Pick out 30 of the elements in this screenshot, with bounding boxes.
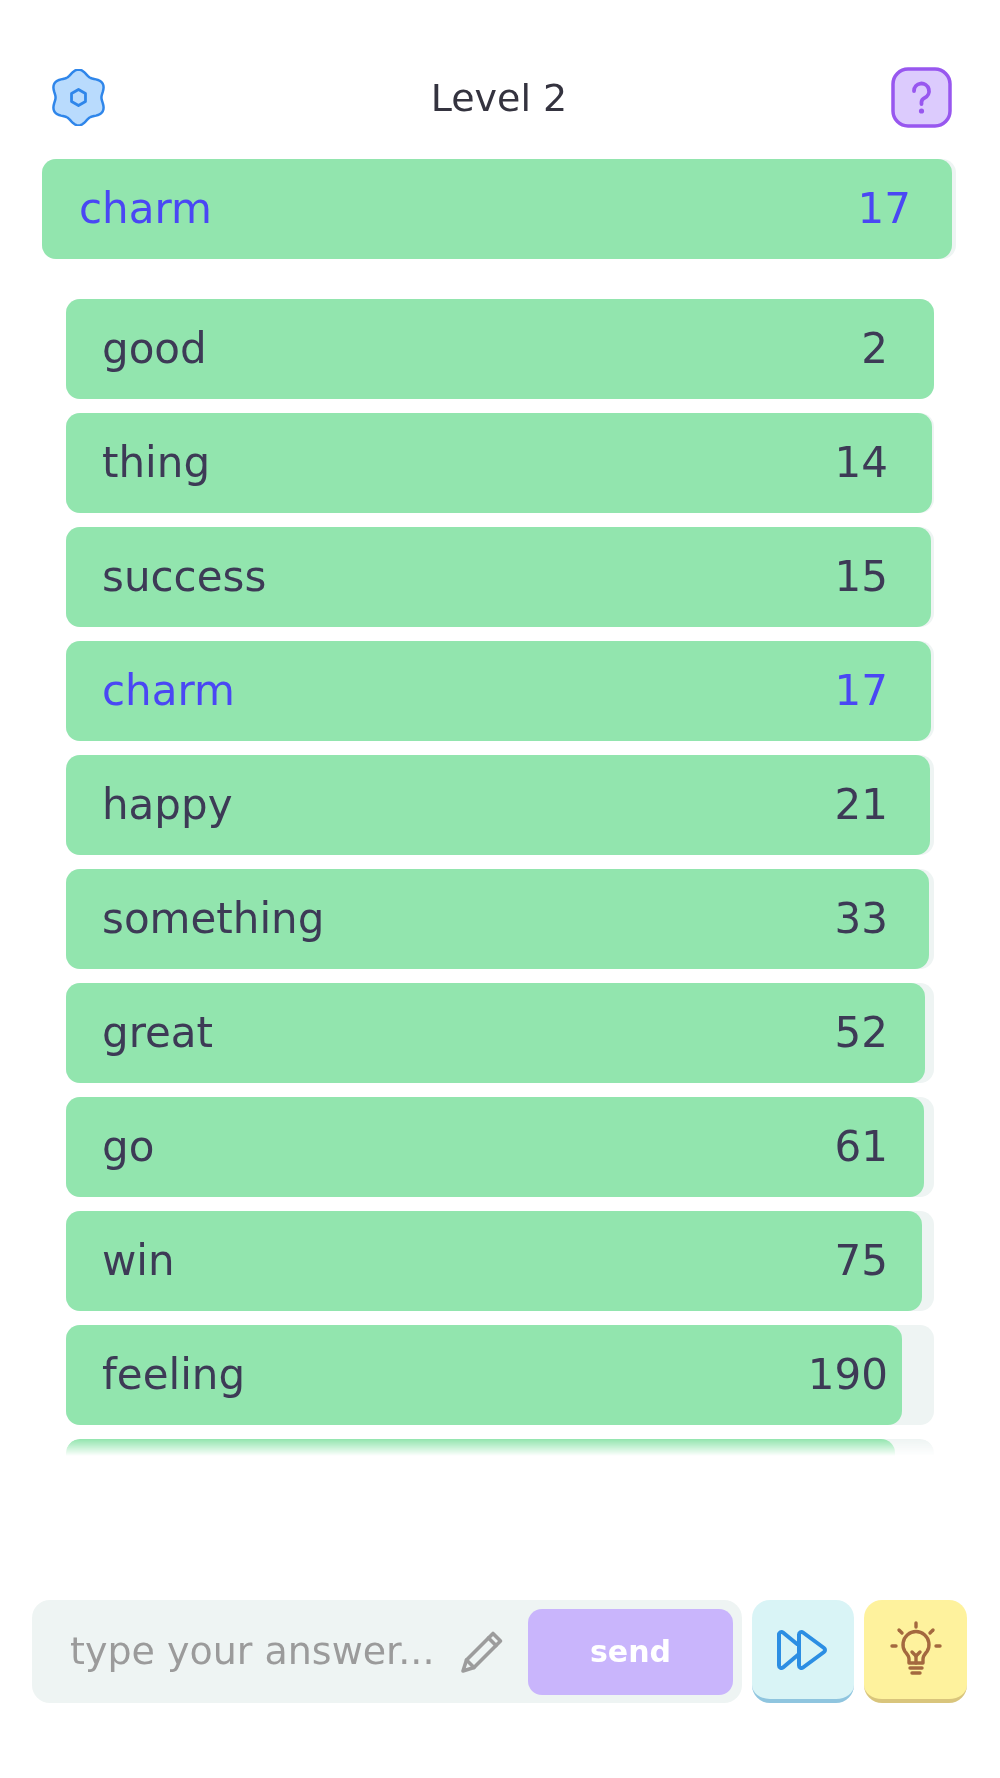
- rank-number: 21: [834, 784, 888, 826]
- guess-word: charm: [79, 188, 212, 230]
- guess-word: go: [102, 1126, 155, 1168]
- rank-number: 75: [834, 1240, 888, 1282]
- guess-word: something: [102, 898, 325, 940]
- guess-word: charm: [102, 670, 235, 712]
- guess-word: feeling: [102, 1354, 246, 1396]
- send-button[interactable]: send: [528, 1608, 733, 1695]
- answer-input[interactable]: type your answer...: [70, 1623, 455, 1680]
- answer-field[interactable]: type your answer... send: [32, 1600, 742, 1703]
- rank-number: 33: [834, 898, 888, 940]
- guess-word: win: [102, 1240, 175, 1282]
- hint-button[interactable]: [864, 1600, 967, 1703]
- rank-number: 14: [834, 442, 888, 484]
- guess-word: happy: [102, 784, 233, 826]
- guess-word: great: [102, 1012, 214, 1054]
- rank-number: 15: [834, 556, 888, 598]
- rank-number: 61: [834, 1126, 888, 1168]
- level-title: Level 2: [430, 78, 568, 117]
- guess-word: success: [102, 556, 267, 598]
- guess-word: good: [102, 328, 207, 370]
- rank-number: 17: [834, 670, 888, 712]
- guess-word: thing: [102, 442, 211, 484]
- settings-icon[interactable]: [50, 69, 107, 126]
- help-icon[interactable]: [891, 67, 952, 128]
- rank-number: 17: [857, 188, 911, 230]
- rank-number: 190: [807, 1354, 888, 1396]
- skip-button[interactable]: [752, 1600, 854, 1703]
- rank-number: 2: [861, 328, 888, 370]
- rank-number: 52: [834, 1012, 888, 1054]
